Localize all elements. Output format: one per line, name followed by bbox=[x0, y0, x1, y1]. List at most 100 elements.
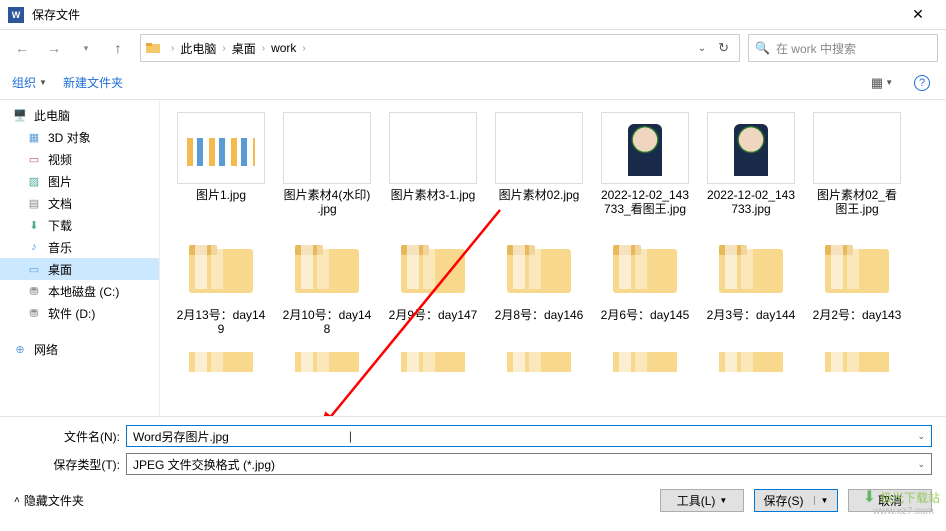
folder-item[interactable]: 2月3号：day144 bbox=[702, 228, 800, 340]
sidebar-item-label: 软件 (D:) bbox=[48, 305, 95, 322]
crumb-pc[interactable]: 此电脑 bbox=[178, 38, 218, 59]
folder-icon bbox=[707, 232, 795, 304]
recent-dropdown[interactable]: ▾ bbox=[72, 34, 100, 62]
filetype-dropdown[interactable]: ⌄ bbox=[917, 459, 925, 470]
main-area: 🖥️此电脑▦3D 对象▭视频▨图片▤文档⬇下载♪音乐▭桌面⛃本地磁盘 (C:)⛃… bbox=[0, 100, 946, 416]
hide-folders-toggle[interactable]: ˄ 隐藏文件夹 bbox=[14, 492, 84, 509]
thumbnail bbox=[389, 112, 477, 184]
file-item[interactable]: 图片素材3-1.jpg bbox=[384, 108, 482, 220]
folder-icon bbox=[283, 232, 371, 304]
file-label: 图片素材3-1.jpg bbox=[391, 188, 476, 202]
sidebar-item-video[interactable]: ▭视频 bbox=[0, 148, 159, 170]
file-view[interactable]: 图片1.jpg 图片素材4(水印) .jpg 图片素材3-1.jpg 图片素材02.j… bbox=[160, 100, 946, 416]
search-icon: 🔍 bbox=[755, 41, 770, 55]
sidebar-item-label: 网络 bbox=[34, 341, 58, 358]
folder-icon bbox=[389, 352, 477, 372]
folder-icon bbox=[813, 352, 901, 372]
chevron-down-icon: ▼ bbox=[39, 78, 47, 87]
sidebar-item-pc[interactable]: 🖥️ 此电脑 bbox=[0, 104, 159, 126]
folder-item[interactable] bbox=[490, 348, 588, 380]
folder-item[interactable]: 2月9号：day147 bbox=[384, 228, 482, 340]
watermark-url: www.xz7.com bbox=[873, 506, 934, 517]
refresh-button[interactable]: ↻ bbox=[712, 40, 735, 56]
video-icon: ▭ bbox=[26, 151, 42, 167]
file-item[interactable]: 图片素材02_看图王.jpg bbox=[808, 108, 906, 220]
folder-item[interactable] bbox=[702, 348, 800, 380]
window-title: 保存文件 bbox=[32, 6, 898, 23]
folder-item[interactable] bbox=[808, 348, 906, 380]
sidebar-item-label: 此电脑 bbox=[34, 107, 70, 124]
file-label: 2月2号：day143 bbox=[813, 308, 902, 322]
toolbar: 组织▼ 新建文件夹 ▦▼ ? bbox=[0, 66, 946, 100]
save-button[interactable]: 保存(S)▼ bbox=[754, 489, 838, 512]
sidebar-item-label: 本地磁盘 (C:) bbox=[48, 283, 119, 300]
folder-item[interactable]: 2月10号：day148 bbox=[278, 228, 376, 340]
sidebar-item-doc[interactable]: ▤文档 bbox=[0, 192, 159, 214]
folder-item[interactable]: 2月13号：day149 bbox=[172, 228, 270, 340]
breadcrumb[interactable]: › 此电脑 › 桌面 › work › ⌄ ↻ bbox=[140, 34, 740, 62]
crumb-desktop[interactable]: 桌面 bbox=[230, 38, 258, 59]
thumbnail bbox=[813, 112, 901, 184]
file-item[interactable]: 2022-12-02_143733_看图王.jpg bbox=[596, 108, 694, 220]
filetype-select[interactable]: JPEG 文件交换格式 (*.jpg) ⌄ bbox=[126, 453, 932, 475]
doc-icon: ▤ bbox=[26, 195, 42, 211]
view-mode-button[interactable]: ▦▼ bbox=[870, 71, 894, 95]
desk-icon: ▭ bbox=[26, 261, 42, 277]
thumbnail bbox=[177, 112, 265, 184]
chevron-right-icon: › bbox=[302, 43, 305, 54]
folder-icon bbox=[145, 40, 161, 56]
new-folder-button[interactable]: 新建文件夹 bbox=[63, 74, 123, 91]
filename-input[interactable]: Word另存图片.jpg | ⌄ bbox=[126, 425, 932, 447]
filename-dropdown[interactable]: ⌄ bbox=[917, 431, 925, 442]
file-label: 图片素材4(水印) .jpg bbox=[282, 188, 372, 216]
folder-item[interactable]: 2月8号：day146 bbox=[490, 228, 588, 340]
up-button[interactable]: ↑ bbox=[104, 34, 132, 62]
folder-item[interactable] bbox=[278, 348, 376, 380]
organize-menu[interactable]: 组织▼ bbox=[12, 74, 47, 91]
folder-icon bbox=[495, 232, 583, 304]
folder-item[interactable]: 2月2号：day143 bbox=[808, 228, 906, 340]
close-button[interactable]: ✕ bbox=[898, 1, 938, 29]
sidebar-item-disk[interactable]: ⛃ 本地磁盘 (C:) bbox=[0, 280, 159, 302]
back-button[interactable]: ← bbox=[8, 34, 36, 62]
sidebar-item-music[interactable]: ♪音乐 bbox=[0, 236, 159, 258]
app-icon: W bbox=[8, 7, 24, 23]
breadcrumb-dropdown[interactable]: ⌄ bbox=[692, 43, 712, 54]
watermark-icon: ⬇ bbox=[863, 487, 876, 507]
sidebar-item-3d[interactable]: ▦3D 对象 bbox=[0, 126, 159, 148]
folder-item[interactable] bbox=[172, 348, 270, 380]
crumb-work[interactable]: work bbox=[269, 39, 298, 57]
tools-menu[interactable]: 工具(L)▼ bbox=[660, 489, 744, 512]
sidebar-item-desk[interactable]: ▭桌面 bbox=[0, 258, 159, 280]
pc-icon: 🖥️ bbox=[12, 107, 28, 123]
file-item[interactable]: 图片素材02.jpg bbox=[490, 108, 588, 220]
folder-icon bbox=[601, 352, 689, 372]
sidebar-item-pic[interactable]: ▨图片 bbox=[0, 170, 159, 192]
thumbnail bbox=[283, 112, 371, 184]
sidebar-item-net[interactable]: ⊕网络 bbox=[0, 338, 159, 360]
chevron-up-icon: ˄ bbox=[14, 495, 20, 506]
file-label: 2月9号：day147 bbox=[389, 308, 478, 322]
file-label: 2022-12-02_143733_看图王.jpg bbox=[600, 188, 690, 216]
folder-icon bbox=[389, 232, 477, 304]
sidebar-item-disk[interactable]: ⛃软件 (D:) bbox=[0, 302, 159, 324]
sidebar-item-dl[interactable]: ⬇下载 bbox=[0, 214, 159, 236]
folder-item[interactable] bbox=[384, 348, 482, 380]
filetype-label: 保存类型(T): bbox=[14, 456, 126, 473]
file-item[interactable]: 图片素材4(水印) .jpg bbox=[278, 108, 376, 220]
sidebar-item-label: 图片 bbox=[48, 173, 72, 190]
sidebar-item-label: 下载 bbox=[48, 217, 72, 234]
file-label: 2月10号：day148 bbox=[282, 308, 372, 336]
folder-item[interactable] bbox=[596, 348, 694, 380]
file-item[interactable]: 图片1.jpg bbox=[172, 108, 270, 220]
save-dropdown[interactable]: ▼ bbox=[814, 496, 829, 505]
thumbnail bbox=[495, 112, 583, 184]
search-input[interactable]: 🔍 在 work 中搜索 bbox=[748, 34, 938, 62]
folder-item[interactable]: 2月6号：day145 bbox=[596, 228, 694, 340]
forward-button: → bbox=[40, 34, 68, 62]
disk-icon: ⛃ bbox=[26, 283, 42, 299]
file-item[interactable]: 2022-12-02_143733.jpg bbox=[702, 108, 800, 220]
file-label: 2月6号：day145 bbox=[601, 308, 690, 322]
file-label: 图片素材02_看图王.jpg bbox=[812, 188, 902, 216]
help-button[interactable]: ? bbox=[910, 71, 934, 95]
